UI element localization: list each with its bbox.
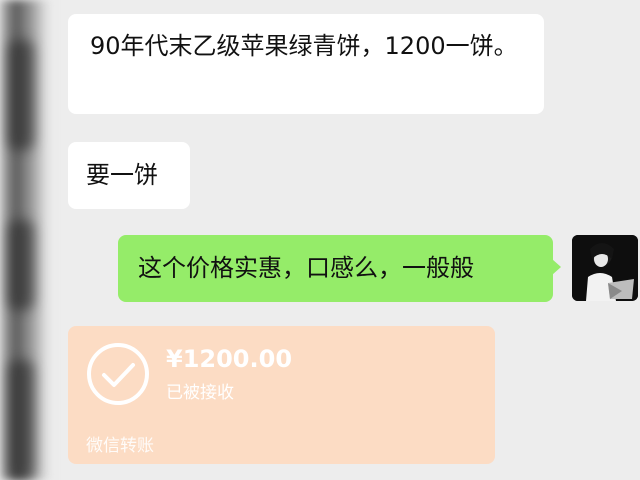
chat-message-text: 90年代末乙级苹果绿青饼，1200一饼。 xyxy=(90,32,518,60)
blurred-edge-stripe xyxy=(8,360,34,480)
wechat-transfer-card[interactable]: ¥1200.00 已被接收 微信转账 xyxy=(68,326,495,464)
avatar[interactable] xyxy=(572,235,638,301)
chat-message-outgoing[interactable]: 这个价格实惠，口感么，一般般 xyxy=(118,235,561,302)
chat-message-incoming[interactable]: 要一饼 xyxy=(68,142,190,209)
blurred-edge-stripe xyxy=(8,220,34,310)
transfer-amount: ¥1200.00 xyxy=(166,345,293,373)
check-circle-icon xyxy=(87,343,149,405)
chat-message-text: 要一饼 xyxy=(86,161,158,189)
chat-message-incoming[interactable]: 90年代末乙级苹果绿青饼，1200一饼。 xyxy=(68,14,544,114)
transfer-label: 微信转账 xyxy=(86,436,154,456)
chat-message-text: 这个价格实惠，口感么，一般般 xyxy=(138,254,474,282)
transfer-status: 已被接收 xyxy=(166,383,234,403)
avatar-photo xyxy=(572,235,638,301)
blurred-edge-stripe xyxy=(8,40,34,150)
